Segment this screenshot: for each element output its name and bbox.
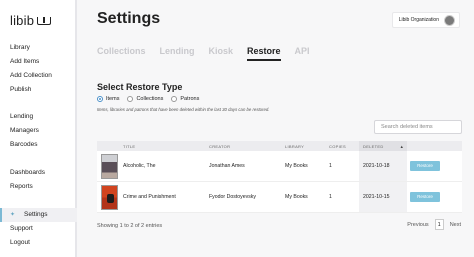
nav-group-lending: Lending Managers Barcodes <box>0 110 77 152</box>
section-title: Select Restore Type <box>97 82 183 92</box>
column-deleted-label: DELETED <box>363 143 384 149</box>
pagination: Previous 1 Next <box>407 219 461 230</box>
book-cover-image <box>101 184 118 210</box>
settings-tabs: Collections Lending Kiosk Restore API <box>97 46 324 61</box>
previous-page-button[interactable]: Previous <box>407 222 428 228</box>
main-content: Settings Libib Organization Collections … <box>77 0 474 257</box>
nav-group-library: Library Add Items Add Collection Publish <box>0 41 77 97</box>
tab-api[interactable]: API <box>295 46 310 56</box>
radio-collections[interactable]: Collections <box>127 96 163 102</box>
gear-icon: ✦ <box>10 212 16 218</box>
tab-lending[interactable]: Lending <box>160 46 195 56</box>
sidebar-item-dashboards[interactable]: Dashboards <box>0 166 77 180</box>
column-title[interactable]: TITLE <box>123 144 209 149</box>
table-row: Crime and Punishment Fyodor Dostoyevsky … <box>97 182 462 213</box>
restore-button[interactable]: Restore <box>410 192 440 202</box>
sidebar: libib Library Add Items Add Collection P… <box>0 0 77 257</box>
radio-button-selected[interactable] <box>97 96 103 102</box>
pagination-info: Showing 1 to 2 of 2 entries <box>97 223 163 229</box>
nav-group-account: ✦ Settings Support Logout <box>0 208 77 250</box>
sidebar-item-support[interactable]: Support <box>0 222 77 236</box>
radio-patrons[interactable]: Patrons <box>171 96 199 102</box>
radio-items[interactable]: Items <box>97 96 119 102</box>
sidebar-item-managers[interactable]: Managers <box>0 124 77 138</box>
sidebar-item-barcodes[interactable]: Barcodes <box>0 138 77 152</box>
tab-collections[interactable]: Collections <box>97 46 146 56</box>
organization-switcher[interactable]: Libib Organization <box>391 12 460 28</box>
sidebar-item-label: Settings <box>24 211 48 218</box>
cell-title: Alcoholic, The <box>123 163 156 169</box>
radio-label: Collections <box>136 96 164 102</box>
page-title: Settings <box>97 10 161 27</box>
sidebar-item-lending[interactable]: Lending <box>0 110 77 124</box>
cell-library: My Books <box>285 194 308 200</box>
sort-arrow-icon: ▲ <box>399 143 404 149</box>
cell-creator: Jonathan Ames <box>209 163 245 169</box>
restore-button[interactable]: Restore <box>410 161 440 171</box>
cell-creator: Fyodor Dostoyevsky <box>209 194 256 200</box>
cell-copies: 1 <box>329 194 332 200</box>
tab-restore[interactable]: Restore <box>247 46 281 61</box>
column-deleted[interactable]: DELETED ▲ <box>359 141 407 151</box>
logo-text: libib <box>10 13 35 28</box>
book-cover-image <box>101 153 118 179</box>
tab-kiosk[interactable]: Kiosk <box>209 46 234 56</box>
sidebar-item-logout[interactable]: Logout <box>0 236 77 250</box>
app-logo[interactable]: libib <box>10 13 52 28</box>
organization-name: Libib Organization <box>398 17 439 23</box>
cell-deleted: 2021-10-15 <box>359 182 407 212</box>
cell-title: Crime and Punishment <box>123 194 176 200</box>
sidebar-item-library[interactable]: Library <box>0 41 77 55</box>
avatar <box>444 14 455 26</box>
sidebar-item-reports[interactable]: Reports <box>0 180 77 194</box>
sidebar-item-settings[interactable]: ✦ Settings <box>0 208 77 222</box>
page-number-button[interactable]: 1 <box>434 219 444 230</box>
column-library[interactable]: LIBRARY <box>285 144 329 149</box>
radio-label: Patrons <box>180 96 200 102</box>
restore-note: Items, libraries and patrons that have b… <box>97 107 270 112</box>
table-row: Alcoholic, The Jonathan Ames My Books 1 … <box>97 151 462 182</box>
sidebar-item-publish[interactable]: Publish <box>0 83 77 97</box>
sidebar-item-add-collection[interactable]: Add Collection <box>0 69 77 83</box>
book-icon <box>37 16 52 25</box>
table-header: TITLE CREATOR LIBRARY COPIES DELETED ▲ <box>97 141 462 151</box>
column-copies[interactable]: COPIES <box>329 144 359 149</box>
restore-type-group: Items Collections Patrons <box>97 96 207 102</box>
cell-copies: 1 <box>329 163 332 169</box>
cell-deleted: 2021-10-18 <box>359 151 407 181</box>
radio-button[interactable] <box>127 96 134 102</box>
next-page-button[interactable]: Next <box>450 222 461 228</box>
cell-library: My Books <box>285 163 308 169</box>
sidebar-item-add-items[interactable]: Add Items <box>0 55 77 69</box>
radio-button[interactable] <box>171 96 178 102</box>
radio-label: Items <box>106 96 120 102</box>
nav-group-reports: Dashboards Reports <box>0 166 77 194</box>
deleted-items-table: TITLE CREATOR LIBRARY COPIES DELETED ▲ A… <box>97 141 462 213</box>
search-input[interactable]: Search deleted items <box>374 120 462 134</box>
column-creator[interactable]: CREATOR <box>209 144 285 149</box>
